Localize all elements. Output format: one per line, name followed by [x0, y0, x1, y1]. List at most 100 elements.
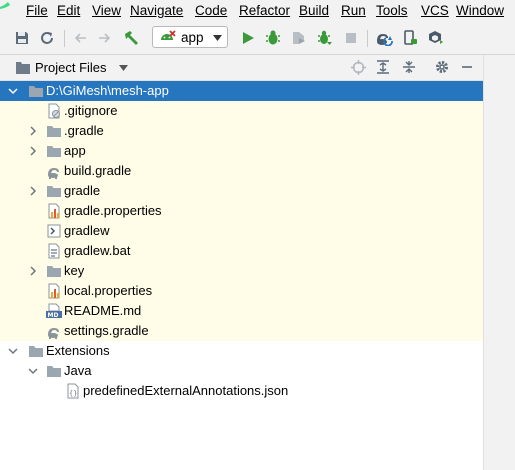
- menu-build[interactable]: Build: [299, 2, 329, 20]
- panel-title[interactable]: Project Files: [35, 60, 107, 75]
- hide-icon[interactable]: [459, 59, 475, 75]
- android-app-icon: [161, 30, 176, 40]
- toolbar-separator: [64, 30, 65, 47]
- folder-icon: [47, 186, 61, 197]
- tree-item-gitignore[interactable]: .gitignore: [0, 101, 483, 121]
- hammer-icon[interactable]: [122, 29, 140, 47]
- folder-icon: [47, 266, 61, 277]
- chevron-down-icon[interactable]: [27, 365, 39, 377]
- tree-item-settings-gradle[interactable]: settings.gradle: [0, 321, 483, 341]
- tree-item-label: local.properties: [64, 283, 153, 298]
- chevron-right-icon[interactable]: [27, 185, 39, 197]
- tree-item-label: settings.gradle: [64, 323, 149, 338]
- debug-icon[interactable]: [264, 29, 282, 47]
- menu-tools[interactable]: Tools: [376, 2, 408, 20]
- tree-item-label: predefinedExternalAnnotations.json: [83, 383, 289, 398]
- tree-item-gradle-properties[interactable]: gradle.properties: [0, 201, 483, 221]
- chevron-right-icon[interactable]: [27, 125, 39, 137]
- menu-vcs[interactable]: VCS: [421, 2, 449, 20]
- chevron-down-icon[interactable]: [119, 65, 128, 71]
- tree-item-dot-gradle[interactable]: .gradle: [0, 121, 483, 141]
- folder-icon: [47, 146, 61, 157]
- tree-item-label: README.md: [64, 303, 142, 318]
- markdown-file-icon: MD: [46, 303, 62, 319]
- tree-item-app[interactable]: app: [0, 141, 483, 161]
- properties-file-icon: [48, 203, 60, 219]
- tree-item-json-file[interactable]: {} predefinedExternalAnnotations.json: [0, 381, 483, 401]
- sdk-manager-icon[interactable]: [427, 29, 445, 47]
- android-studio-logo-icon: [0, 2, 10, 9]
- profile-icon[interactable]: [290, 29, 308, 47]
- gitignore-file-icon: [48, 103, 60, 119]
- main-toolbar: app: [0, 22, 515, 55]
- run-configuration-selector[interactable]: app: [152, 26, 228, 48]
- folder-icon: [47, 366, 61, 377]
- project-folder-icon: [16, 62, 30, 74]
- save-all-icon[interactable]: [13, 29, 31, 47]
- tree-item-project-root[interactable]: D:\GiMesh\mesh-app: [0, 81, 483, 101]
- menu-refactor[interactable]: Refactor: [239, 2, 290, 20]
- back-icon[interactable]: [71, 29, 89, 47]
- project-panel-header: Project Files: [0, 55, 483, 81]
- menu-view[interactable]: View: [92, 2, 121, 20]
- gradle-file-icon: [48, 328, 59, 339]
- tree-item-label: .gitignore: [64, 103, 118, 118]
- chevron-down-icon[interactable]: [7, 345, 19, 357]
- shell-script-icon: [47, 224, 61, 238]
- attach-debugger-icon[interactable]: [316, 29, 334, 47]
- right-tool-strip: [483, 55, 515, 470]
- json-file-icon: {}: [67, 383, 79, 399]
- expand-all-icon[interactable]: [375, 59, 391, 75]
- tree-item-label: D:\GiMesh\mesh-app: [46, 83, 169, 98]
- menu-file[interactable]: File: [26, 2, 48, 20]
- chevron-right-icon[interactable]: [27, 145, 39, 157]
- tree-item-label: build.gradle: [64, 163, 132, 178]
- tree-item-gradlew[interactable]: gradlew: [0, 221, 483, 241]
- tree-item-gradle[interactable]: gradle: [0, 181, 483, 201]
- tree-item-gradlew-bat[interactable]: gradlew.bat: [0, 241, 483, 261]
- batch-file-icon: [48, 243, 60, 259]
- chevron-down-icon[interactable]: [7, 85, 19, 97]
- gear-icon[interactable]: [434, 59, 450, 75]
- folder-icon: [47, 126, 61, 137]
- device-manager-icon[interactable]: [401, 29, 419, 47]
- tree-item-readme[interactable]: MD README.md: [0, 301, 483, 321]
- menu-run[interactable]: Run: [341, 2, 366, 20]
- menu-bar: File Edit View Navigate Code Refactor Bu…: [0, 0, 515, 22]
- tree-item-label: gradle: [64, 183, 101, 198]
- run-icon[interactable]: [239, 29, 257, 47]
- collapse-all-icon[interactable]: [401, 59, 417, 75]
- tree-item-label: Extensions: [46, 343, 110, 358]
- chevron-right-icon[interactable]: [27, 265, 39, 277]
- gradle-sync-icon[interactable]: [375, 29, 393, 47]
- folder-icon: [29, 86, 43, 97]
- project-tree: D:\GiMesh\mesh-app .gitignore .gradle ap…: [0, 81, 483, 470]
- tree-item-key[interactable]: key: [0, 261, 483, 281]
- svg-text:MD: MD: [48, 312, 59, 319]
- tree-item-label: app: [64, 143, 86, 158]
- tree-item-label: gradle.properties: [64, 203, 162, 218]
- tree-item-label: gradlew.bat: [64, 243, 131, 258]
- tree-item-label: Java: [64, 363, 92, 378]
- menu-navigate[interactable]: Navigate: [130, 2, 183, 20]
- chevron-down-icon: [213, 35, 222, 41]
- properties-file-icon: [48, 283, 60, 299]
- menu-code[interactable]: Code: [195, 2, 227, 20]
- toolbar-separator: [367, 30, 368, 47]
- menu-window[interactable]: Window: [456, 2, 504, 20]
- menu-edit[interactable]: Edit: [57, 2, 80, 20]
- tree-item-label: .gradle: [64, 123, 104, 138]
- tree-item-label: key: [64, 263, 85, 278]
- sync-icon[interactable]: [38, 29, 56, 47]
- folder-icon: [29, 346, 43, 357]
- locate-icon[interactable]: [350, 59, 366, 75]
- tree-item-label: gradlew: [64, 223, 110, 238]
- tree-item-java[interactable]: Java: [0, 361, 483, 381]
- forward-icon[interactable]: [96, 29, 114, 47]
- stop-icon[interactable]: [342, 29, 360, 47]
- tree-item-local-properties[interactable]: local.properties: [0, 281, 483, 301]
- tree-item-build-gradle[interactable]: build.gradle: [0, 161, 483, 181]
- run-configuration-label: app: [181, 30, 204, 45]
- gradle-file-icon: [48, 168, 59, 179]
- tree-item-extensions[interactable]: Extensions: [0, 341, 483, 361]
